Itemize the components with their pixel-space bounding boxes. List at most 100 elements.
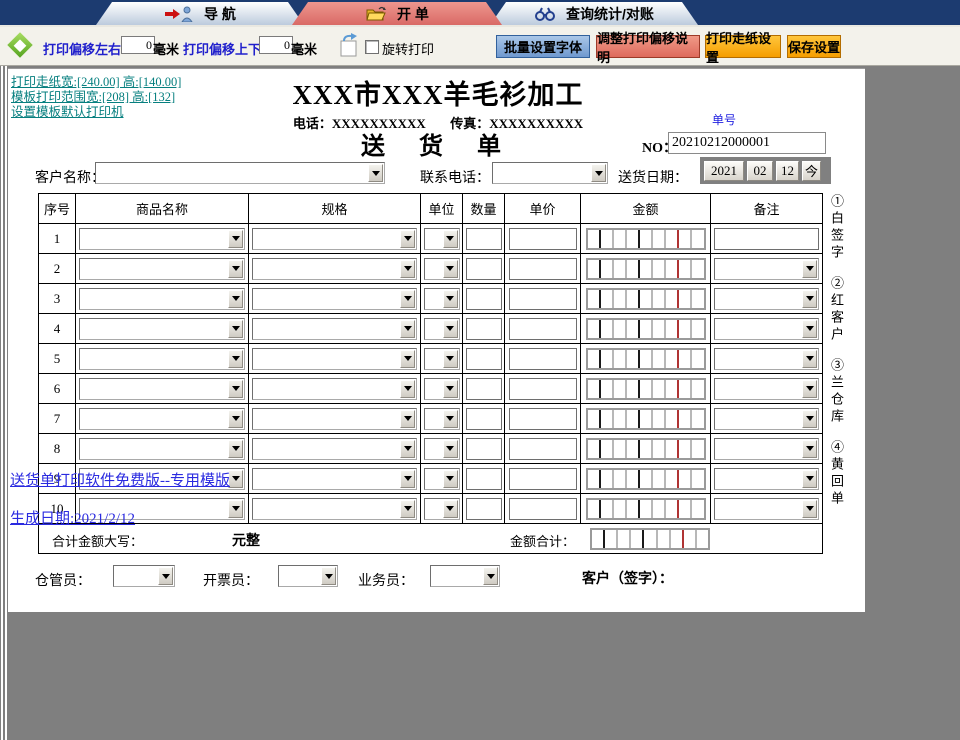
row-9-unit-combobox[interactable] [423, 467, 460, 490]
amount-digit-cell[interactable] [666, 409, 680, 428]
row-2-price-input[interactable] [508, 257, 577, 280]
dropdown-arrow-icon[interactable] [228, 319, 243, 338]
amount-digit-cell[interactable] [666, 229, 680, 248]
row-1-quantity-input[interactable] [465, 227, 502, 250]
row-6-price-input[interactable] [508, 377, 577, 400]
dropdown-arrow-icon[interactable] [442, 229, 458, 248]
amount-digit-cell[interactable] [640, 439, 654, 458]
amount-digit-cell[interactable] [605, 530, 619, 548]
dropdown-arrow-icon[interactable] [400, 409, 415, 428]
dropdown-arrow-icon[interactable] [228, 259, 243, 278]
amount-digit-cell[interactable] [692, 290, 703, 308]
dropdown-arrow-icon[interactable] [802, 379, 817, 398]
amount-digit-cell[interactable] [614, 229, 627, 248]
row-6-spec-combobox[interactable] [252, 377, 417, 400]
row-8-unit-combobox[interactable] [423, 437, 460, 460]
row-5-product-combobox[interactable] [79, 347, 245, 370]
amount-digit-cell[interactable] [653, 469, 667, 488]
contact-phone-combobox[interactable] [492, 162, 608, 184]
amount-digit-cell[interactable] [601, 469, 614, 488]
row-5-remark-combobox[interactable] [714, 347, 819, 370]
offset-ud-input[interactable] [259, 36, 293, 54]
paper-feed-settings-button[interactable]: 打印走纸设置 [705, 31, 781, 65]
row-1-price-input[interactable] [508, 227, 577, 250]
amount-digit-cell[interactable] [614, 319, 627, 338]
amount-digit-cell[interactable] [653, 259, 667, 278]
row-3-spec-combobox[interactable] [252, 287, 417, 310]
row-7-remark-combobox[interactable] [714, 407, 819, 430]
dropdown-arrow-icon[interactable] [228, 349, 243, 368]
dropdown-arrow-icon[interactable] [802, 409, 817, 428]
row-3-price-input[interactable] [508, 287, 577, 310]
amount-digit-cell[interactable] [627, 319, 640, 338]
tab-query-stats[interactable]: 查询统计/对账 [490, 2, 698, 25]
row-8-quantity-input[interactable] [465, 437, 502, 460]
adjust-offset-help-button[interactable]: 调整打印偏移说明 [596, 31, 700, 65]
row-10-spec-combobox[interactable] [252, 497, 417, 520]
row-4-product-combobox[interactable] [79, 317, 245, 340]
amount-digit-cell[interactable] [614, 499, 627, 518]
amount-digit-cell[interactable] [666, 499, 680, 518]
amount-digit-cell[interactable] [679, 439, 693, 458]
dropdown-arrow-icon[interactable] [802, 289, 817, 308]
dropdown-arrow-icon[interactable] [158, 567, 173, 585]
order-number-input[interactable] [668, 132, 826, 154]
amount-digit-cell[interactable] [653, 319, 667, 338]
amount-digit-cell[interactable] [614, 289, 627, 308]
dropdown-arrow-icon[interactable] [400, 319, 415, 338]
amount-digit-cell[interactable] [588, 319, 601, 338]
amount-digit-cell[interactable] [666, 289, 680, 308]
amount-digit-cell[interactable] [679, 319, 693, 338]
amount-digit-cell[interactable] [601, 379, 614, 398]
row-7-price-input[interactable] [508, 407, 577, 430]
row-6-quantity-input[interactable] [465, 377, 502, 400]
row-2-product-combobox[interactable] [79, 257, 245, 280]
row-9-remark-combobox[interactable] [714, 467, 819, 490]
row-3-remark-combobox[interactable] [714, 287, 819, 310]
dropdown-arrow-icon[interactable] [802, 319, 817, 338]
save-settings-button[interactable]: 保存设置 [787, 35, 841, 58]
amount-digit-cell[interactable] [679, 499, 693, 518]
amount-digit-cell[interactable] [640, 259, 654, 278]
generated-date-link[interactable]: 生成日期:2021/2/12 [10, 507, 135, 528]
amount-digit-cell[interactable] [666, 349, 680, 368]
dropdown-arrow-icon[interactable] [442, 469, 458, 488]
amount-digit-cell[interactable] [679, 379, 693, 398]
dropdown-arrow-icon[interactable] [442, 289, 458, 308]
amount-digit-cell[interactable] [666, 379, 680, 398]
amount-digit-cell[interactable] [658, 530, 671, 548]
dropdown-arrow-icon[interactable] [802, 349, 817, 368]
amount-digit-cell[interactable] [601, 259, 614, 278]
amount-digit-cell[interactable] [640, 289, 654, 308]
row-5-quantity-input[interactable] [465, 347, 502, 370]
row-10-unit-combobox[interactable] [423, 497, 460, 520]
dropdown-arrow-icon[interactable] [802, 499, 817, 518]
dropdown-arrow-icon[interactable] [400, 349, 415, 368]
amount-digit-cell[interactable] [614, 469, 627, 488]
amount-digit-cell[interactable] [653, 499, 667, 518]
row-2-remark-combobox[interactable] [714, 257, 819, 280]
amount-digit-cell[interactable] [601, 229, 614, 248]
amount-digit-cell[interactable] [588, 499, 601, 518]
dropdown-arrow-icon[interactable] [802, 439, 817, 458]
row-7-spec-combobox[interactable] [252, 407, 417, 430]
amount-digit-cell[interactable] [679, 259, 693, 278]
amount-digit-cell[interactable] [653, 439, 667, 458]
amount-digit-cell[interactable] [640, 409, 654, 428]
dropdown-arrow-icon[interactable] [591, 164, 606, 182]
amount-digit-cell[interactable] [692, 260, 703, 278]
amount-digit-cell[interactable] [679, 349, 693, 368]
amount-digit-cell[interactable] [653, 289, 667, 308]
dropdown-arrow-icon[interactable] [400, 229, 415, 248]
dropdown-arrow-icon[interactable] [228, 469, 243, 488]
row-3-unit-combobox[interactable] [423, 287, 460, 310]
amount-digit-cell[interactable] [627, 259, 640, 278]
amount-digit-cell[interactable] [692, 440, 703, 458]
row-2-quantity-input[interactable] [465, 257, 502, 280]
dropdown-arrow-icon[interactable] [442, 439, 458, 458]
amount-digit-cell[interactable] [588, 469, 601, 488]
row-4-unit-combobox[interactable] [423, 317, 460, 340]
row-7-unit-combobox[interactable] [423, 407, 460, 430]
amount-digit-cell[interactable] [618, 530, 632, 548]
amount-digit-cell[interactable] [588, 409, 601, 428]
